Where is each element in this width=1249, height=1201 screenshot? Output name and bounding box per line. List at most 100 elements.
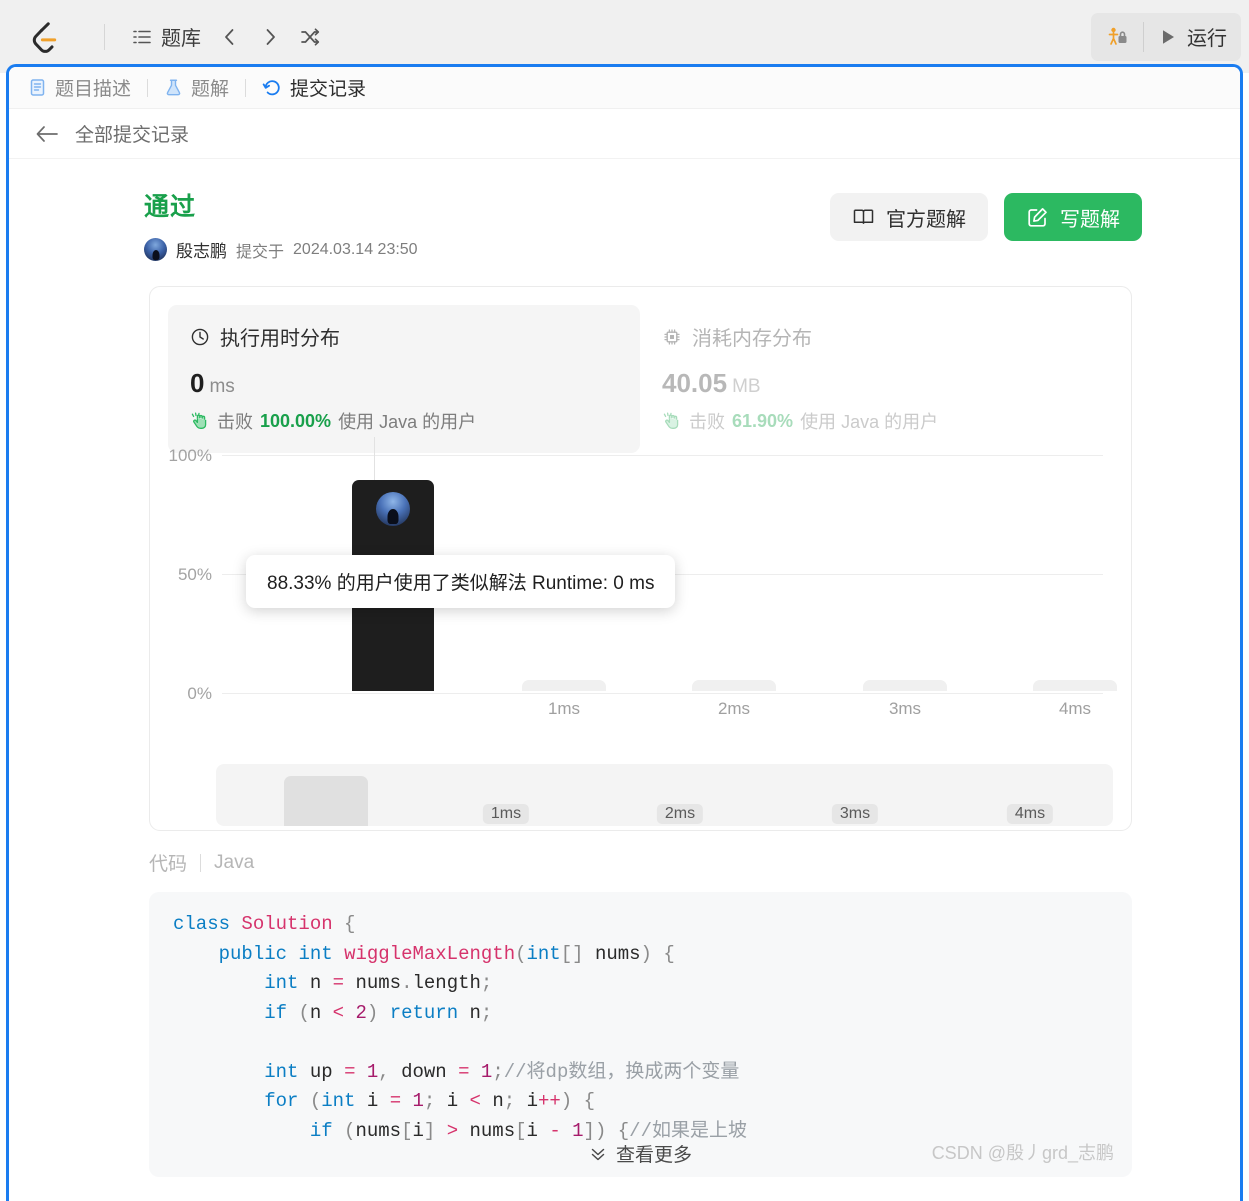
- runtime-distribution-chart: 100% 50% 0% 1ms 2ms 3ms 4ms 88.33% 的用户使用…: [150, 437, 1131, 832]
- brush-label-4ms: 4ms: [1006, 804, 1054, 824]
- memory-stat-title: 消耗内存分布: [692, 328, 812, 350]
- shuffle-icon: [299, 26, 321, 48]
- tab-submissions-label: 提交记录: [290, 79, 367, 100]
- leetcode-logo-icon: [28, 19, 64, 55]
- run-button[interactable]: 运行: [1144, 13, 1241, 61]
- runtime-stat-title: 执行用时分布: [220, 328, 340, 350]
- stats-row: 执行用时分布 0 ms 击败 100.00% 使用 Java 的用户 消耗内存分…: [150, 287, 1131, 453]
- nav-random-problem[interactable]: [290, 20, 330, 54]
- tab-solutions-label: 题解: [191, 79, 230, 100]
- memory-stat-value-row: 40.05 MB: [662, 368, 1090, 399]
- arrow-left-icon[interactable]: [35, 125, 59, 143]
- code-content: class Solution { public int wiggleMaxLen…: [173, 913, 747, 1142]
- x-axis-label-1ms: 1ms: [547, 699, 581, 718]
- bar-user-avatar: [376, 492, 410, 526]
- brush-label-3ms: 3ms: [831, 804, 879, 824]
- nav-problemset[interactable]: 题库: [123, 16, 210, 57]
- runtime-beat-prefix: 击败: [217, 412, 253, 432]
- tab-submissions[interactable]: 提交记录: [258, 74, 370, 101]
- submission-content: 通过 殷志鹏 提交于 2024.03.14 23:50 官方题解 写题解 执行用…: [9, 159, 1240, 1177]
- y-axis-label-100: 100%: [168, 446, 212, 465]
- book-icon: [852, 206, 875, 229]
- code-header-divider: [200, 853, 202, 872]
- list-icon: [132, 27, 152, 47]
- chevron-double-down-icon: [589, 1145, 607, 1163]
- official-solution-button[interactable]: 官方题解: [830, 193, 988, 241]
- code-block[interactable]: class Solution { public int wiggleMaxLen…: [149, 892, 1132, 1177]
- memory-chip-icon: [662, 327, 682, 347]
- runtime-stat-title-row: 执行用时分布: [190, 322, 618, 351]
- brush-label-2ms: 2ms: [656, 804, 704, 824]
- memory-beat-suffix: 使用 Java 的用户: [800, 412, 939, 432]
- brush-bar-0ms[interactable]: [284, 776, 368, 826]
- runtime-beat-suffix: 使用 Java 的用户: [338, 412, 477, 432]
- y-axis-label-0: 0%: [187, 684, 212, 703]
- bar-4ms[interactable]: [1033, 680, 1117, 691]
- gridline-0: [222, 693, 1103, 694]
- memory-beat-prefix: 击败: [689, 412, 725, 432]
- verdict-info: 通过 殷志鹏 提交于 2024.03.14 23:50: [144, 187, 830, 262]
- memory-stat-title-row: 消耗内存分布: [662, 322, 1090, 351]
- tab-problem-description[interactable]: 题目描述: [24, 74, 135, 101]
- clock-icon: [190, 327, 210, 347]
- y-axis-label-50: 50%: [177, 565, 212, 584]
- chart-brush-minimap[interactable]: 1ms 2ms 3ms 4ms: [216, 764, 1113, 826]
- write-solution-button[interactable]: 写题解: [1004, 193, 1142, 241]
- watermark: CSDN @殷丿grd_志鹏: [931, 1143, 1114, 1163]
- submission-actions: 官方题解 写题解: [830, 187, 1142, 241]
- submission-meta: 殷志鹏 提交于 2024.03.14 23:50: [144, 237, 830, 262]
- premium-button[interactable]: [1091, 13, 1143, 61]
- write-solution-label: 写题解: [1060, 208, 1120, 231]
- toolbar-divider: [104, 23, 105, 50]
- bar-1ms[interactable]: [522, 680, 606, 691]
- premium-lock-icon: [1105, 25, 1129, 49]
- chart-tooltip: 88.33% 的用户使用了类似解法 Runtime: 0 ms: [246, 555, 676, 608]
- code-section-header: 代码 Java: [149, 849, 1240, 876]
- code-language: Java: [214, 851, 255, 873]
- code-label: 代码: [149, 854, 188, 875]
- pencil-square-icon: [1026, 206, 1049, 229]
- submitted-timestamp: 2024.03.14 23:50: [293, 240, 418, 258]
- memory-stat-unit: MB: [732, 376, 761, 397]
- runtime-stat-box[interactable]: 执行用时分布 0 ms 击败 100.00% 使用 Java 的用户: [168, 305, 640, 453]
- chevron-left-icon: [219, 26, 241, 48]
- leetcode-logo[interactable]: [0, 19, 92, 55]
- bar-2ms[interactable]: [692, 680, 776, 691]
- status-badge: 通过: [144, 193, 197, 221]
- nav-problemset-label: 题库: [161, 28, 201, 50]
- document-icon: [28, 78, 47, 97]
- view-more-label: 查看更多: [615, 1145, 692, 1166]
- tab-solutions[interactable]: 题解: [160, 74, 233, 101]
- chevron-right-icon: [259, 26, 281, 48]
- tab-divider-2: [245, 78, 247, 97]
- x-axis-label-4ms: 4ms: [1058, 699, 1092, 718]
- memory-stat-value: 40.05: [662, 368, 728, 398]
- top-nav-group: 题库: [117, 15, 336, 59]
- verdict-row: 通过 殷志鹏 提交于 2024.03.14 23:50 官方题解 写题解: [9, 159, 1240, 262]
- avatar: [144, 238, 167, 261]
- stats-card: 执行用时分布 0 ms 击败 100.00% 使用 Java 的用户 消耗内存分…: [149, 286, 1132, 831]
- brush-label-1ms: 1ms: [482, 804, 530, 824]
- runtime-beat-percent: 100.00%: [260, 410, 332, 431]
- nav-prev-problem[interactable]: [210, 20, 250, 54]
- bar-3ms[interactable]: [863, 680, 947, 691]
- submission-author[interactable]: 殷志鹏: [176, 237, 227, 262]
- back-label[interactable]: 全部提交记录: [75, 120, 189, 147]
- nav-next-problem[interactable]: [250, 20, 290, 54]
- runtime-stat-value: 0: [190, 368, 205, 398]
- memory-beat-percent: 61.90%: [732, 410, 794, 431]
- top-toolbar: 题库 运行: [0, 0, 1249, 73]
- runtime-stat-unit: ms: [209, 376, 235, 397]
- hand-clap-icon: [662, 412, 682, 430]
- tab-divider-1: [147, 78, 149, 97]
- submitted-prefix: 提交于: [236, 243, 285, 261]
- back-to-all-submissions[interactable]: 全部提交记录: [9, 109, 1240, 159]
- history-icon: [262, 78, 282, 98]
- x-axis-label-2ms: 2ms: [717, 699, 751, 718]
- panel-tabstrip: 题目描述 题解 提交记录: [9, 67, 1240, 109]
- x-axis-label-3ms: 3ms: [888, 699, 922, 718]
- memory-stat-box[interactable]: 消耗内存分布 40.05 MB 击败 61.90% 使用 Java 的用户: [640, 305, 1112, 453]
- play-icon: [1158, 27, 1178, 47]
- hand-clap-icon: [190, 412, 210, 430]
- memory-beat-row: 击败 61.90% 使用 Java 的用户: [662, 408, 1090, 434]
